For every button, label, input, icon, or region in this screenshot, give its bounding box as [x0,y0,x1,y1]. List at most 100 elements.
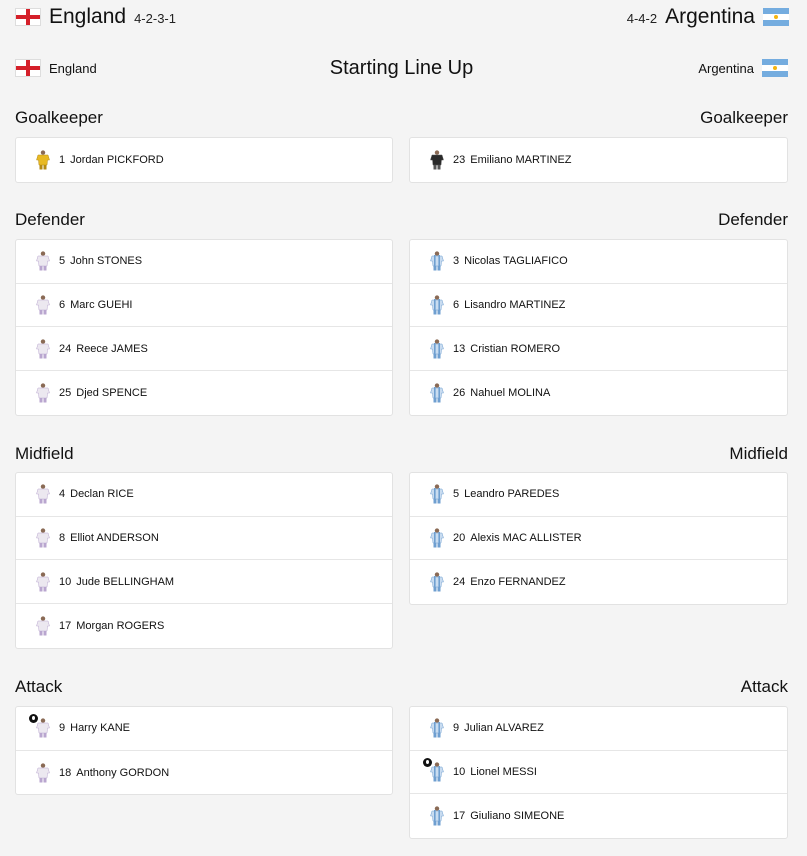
shirt-kit-icon [429,383,445,403]
shirt-kit-icon [35,484,51,504]
player-row[interactable]: 17 Morgan ROGERS [16,604,392,648]
player-row[interactable]: 5 Leandro PAREDES [410,473,787,517]
player-number: 4 [59,488,66,501]
player-number: 3 [453,255,460,268]
away-midfield-heading: Midfield [729,444,788,463]
player-name: Morgan ROGERS [76,619,165,632]
home-attack-list: 9 Harry KANE 18 Anthony GORDON [15,706,393,796]
shirt-kit-icon [429,572,445,592]
player-name: Enzo FERNANDEZ [470,576,566,589]
shirt-kit-icon [429,251,445,271]
player-row[interactable]: 10 Jude BELLINGHAM [16,560,392,605]
player-name: Reece JAMES [76,342,148,355]
player-row[interactable]: 18 Anthony GORDON [16,751,392,795]
player-name: Emiliano MARTINEZ [470,153,572,166]
player-number: 1 [59,153,66,166]
player-row[interactable]: 1 Jordan PICKFORD [16,138,392,182]
home-team-header[interactable]: England 4-2-3-1 [15,5,176,29]
player-row[interactable]: 6 Lisandro MARTINEZ [410,284,787,328]
player-name: Cristian ROMERO [470,342,561,355]
player-number: 10 [59,575,72,588]
player-name: Nicolas TAGLIAFICO [464,255,568,268]
home-team-name: England [49,5,127,28]
shirt-kit-icon [429,150,445,170]
player-name: Alexis MAC ALLISTER [470,532,582,545]
away-team-header[interactable]: 4-4-2 Argentina [627,5,789,29]
player-number: 6 [453,299,460,312]
player-row[interactable]: 26 Nahuel MOLINA [410,371,787,415]
shirt-kit-icon [429,295,445,315]
player-row[interactable]: 8 Elliot ANDERSON [16,517,392,561]
player-row[interactable]: 23 Emiliano MARTINEZ [410,138,787,182]
shirt-kit-icon [35,616,51,636]
away-defender-heading: Defender [718,210,788,229]
shirt-kit-icon [35,572,51,592]
player-row[interactable]: 9 Harry KANE [16,707,392,751]
lineup-title: Starting Line Up [329,56,474,79]
player-row[interactable]: 3 Nicolas TAGLIAFICO [410,240,787,284]
shirt-kit-icon [35,339,51,359]
away-team-name: Argentina [665,5,755,28]
player-number: 10 [453,766,466,779]
shirt-kit-icon [35,762,51,783]
player-row[interactable]: 4 Declan RICE [16,473,392,517]
player-number: 18 [59,766,72,779]
player-name: Nahuel MOLINA [470,386,551,399]
player-name: Lisandro MARTINEZ [464,299,566,312]
player-number: 23 [453,153,466,166]
player-row[interactable]: 20 Alexis MAC ALLISTER [410,517,787,561]
player-name: Lionel MESSI [470,766,537,779]
argentina-flag-icon [763,8,789,26]
player-name: Djed SPENCE [76,386,148,399]
player-number: 5 [59,255,66,268]
player-number: 5 [453,488,460,501]
argentina-flag-icon [761,59,788,77]
player-row[interactable]: 24 Reece JAMES [16,327,392,372]
home-goalkeeper-heading: Goalkeeper [15,108,103,127]
shirt-kit-icon [429,806,445,826]
player-number: 9 [59,722,66,735]
player-row[interactable]: 10 Lionel MESSI [410,751,787,795]
player-row[interactable]: 24 Enzo FERNANDEZ [410,560,787,604]
home-defender-list: 5 John STONES 6 Marc GUEHI 24 Reece JAMES 25 Dj… [15,239,393,416]
shirt-kit-icon [35,295,51,315]
shirt-kit-icon [429,762,445,782]
player-row[interactable]: 9 Julian ALVAREZ [410,707,787,751]
player-number: 20 [453,532,466,545]
player-row[interactable]: 5 John STONES [16,240,392,284]
home-attack-heading: Attack [15,677,63,696]
player-number: 8 [59,532,66,545]
home-defender-heading: Defender [15,210,85,229]
player-name: Julian ALVAREZ [464,722,544,735]
player-row[interactable]: 13 Cristian ROMERO [410,327,787,372]
player-name: John STONES [70,255,143,268]
away-team-label: Argentina [668,59,788,77]
home-midfield-heading: Midfield [15,444,74,463]
player-name: Jude BELLINGHAM [76,575,175,588]
player-number: 9 [453,722,460,735]
player-row[interactable]: 6 Marc GUEHI [16,284,392,328]
player-number: 24 [59,342,72,355]
player-number: 26 [453,386,466,399]
away-team-label-text: Argentina [698,60,754,76]
away-defender-list: 3 Nicolas TAGLIAFICO 6 Lisandro MARTINEZ 13 C… [409,239,788,416]
england-flag-icon [15,59,41,77]
shirt-kit-icon [35,383,51,403]
home-formation: 4-2-3-1 [134,11,176,26]
away-formation: 4-4-2 [626,11,658,26]
player-row[interactable]: 17 Giuliano SIMEONE [410,794,787,838]
away-attack-heading: Attack [740,677,788,696]
player-name: Harry KANE [70,722,131,735]
player-name: Anthony GORDON [76,766,170,779]
player-name: Elliot ANDERSON [70,532,159,545]
player-name: Jordan PICKFORD [70,153,164,166]
home-team-label-text: England [49,60,97,76]
player-row[interactable]: 25 Djed SPENCE [16,371,392,415]
player-name: Leandro PAREDES [464,488,560,501]
match-header: England 4-2-3-1 4-4-2 Argentina [15,0,789,34]
player-number: 17 [59,619,72,632]
away-midfield-list: 5 Leandro PAREDES 20 Alexis MAC ALLISTER 24 E… [409,472,788,606]
player-name: Giuliano SIMEONE [470,810,565,823]
player-number: 6 [59,299,66,312]
shirt-kit-icon [35,150,51,170]
